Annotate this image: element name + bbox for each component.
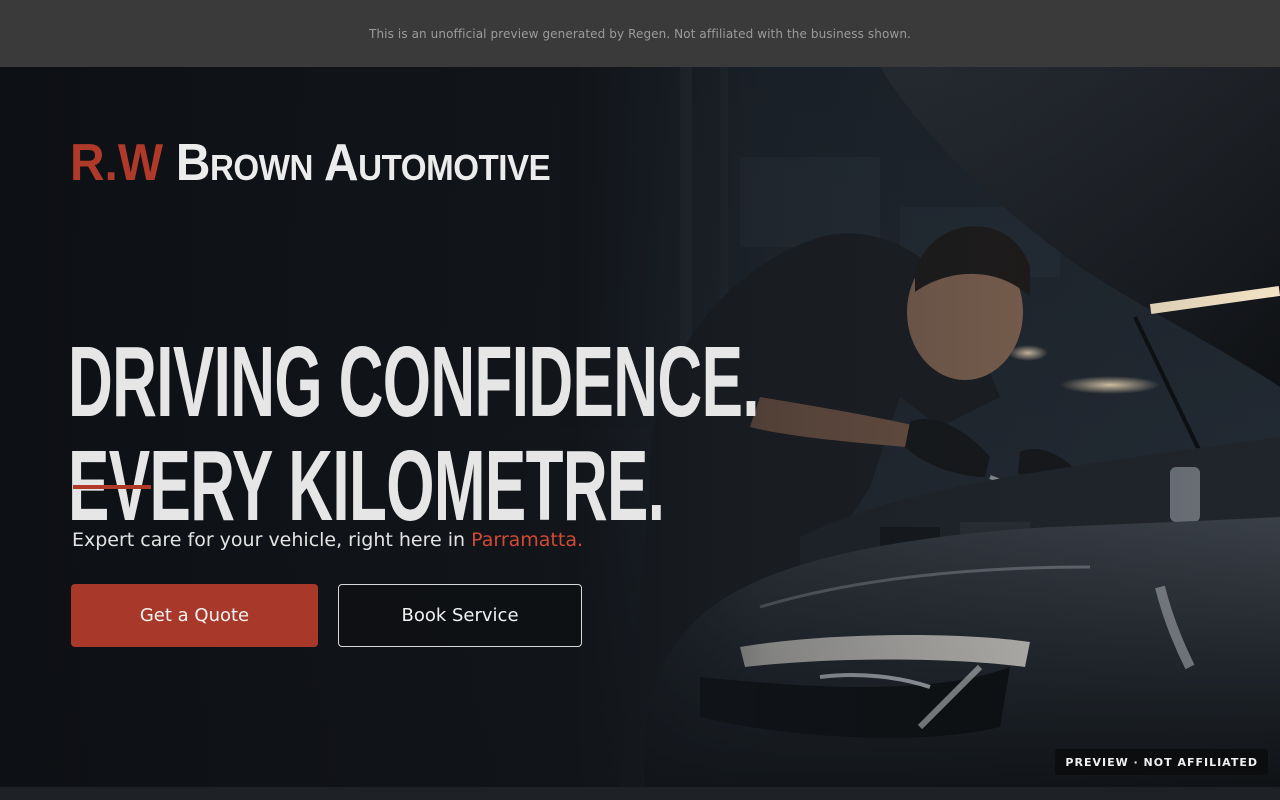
tagline-text: Expert care for your vehicle, right here… [72,529,472,551]
hero-tagline: Expert care for your vehicle, right here… [72,529,583,551]
preview-notice-bar: This is an unofficial preview generated … [0,0,1280,67]
accent-divider [73,485,151,489]
brand-name: Brown Automotive [175,134,551,192]
get-quote-button[interactable]: Get a Quote [71,584,318,647]
book-service-button[interactable]: Book Service [338,584,582,647]
headline-line-1: DRIVING CONFIDENCE. [68,326,760,438]
brand-logo[interactable]: R.W Brown Automotive [70,133,551,192]
page-bottom-strip [0,787,1280,800]
hero-headline: DRIVING CONFIDENCE. EVERY KILOMETRE. [68,326,760,538]
preview-badge: PREVIEW · NOT AFFILIATED [1055,749,1268,775]
preview-notice-text: This is an unofficial preview generated … [369,26,911,41]
hero-section: R.W Brown Automotive DRIVING CONFIDENCE.… [0,67,1280,787]
brand-mark: R.W [70,134,164,192]
tagline-location: Parramatta. [471,529,584,551]
hero-content: R.W Brown Automotive DRIVING CONFIDENCE.… [68,67,760,787]
